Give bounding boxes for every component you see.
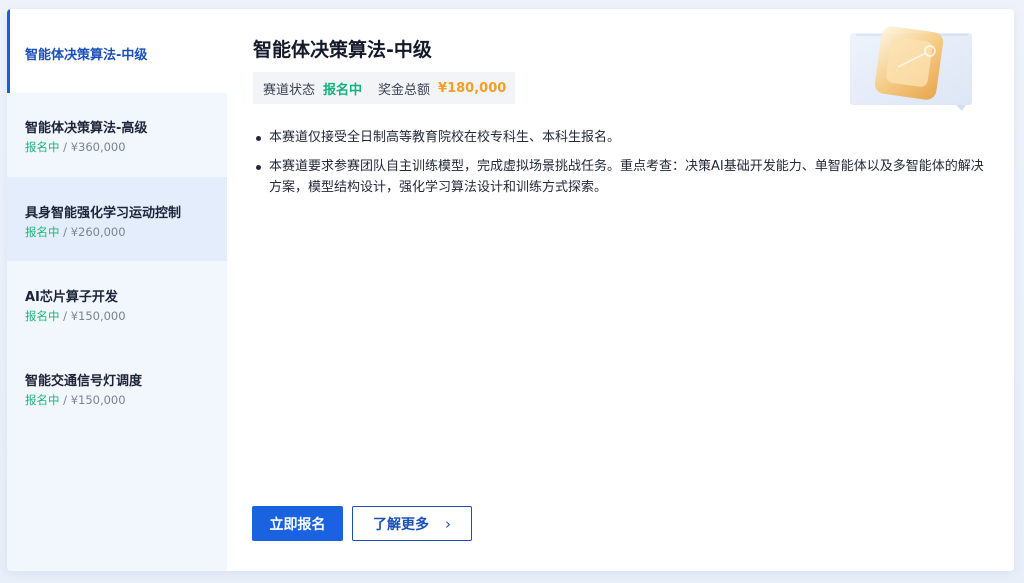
sidebar-item-title: 智能体决策算法-高级 <box>25 121 148 136</box>
status-badge: 报名中 <box>25 309 60 323</box>
chevron-right-icon: › <box>445 514 451 533</box>
track-description: 本赛道仅接受全日制高等教育院校在校专科生、本科生报名。 本赛道要求参赛团队自主训… <box>253 127 993 206</box>
sidebar-item-traffic-light[interactable]: 智能交通信号灯调度 报名中 / ¥150,000 <box>7 345 227 429</box>
sidebar-item-embodied-rl-motion[interactable]: 具身智能强化学习运动控制 报名中 / ¥260,000 <box>7 177 227 261</box>
page-title: 智能体决策算法-中级 <box>253 39 432 61</box>
status-badge: 报名中 <box>25 140 60 154</box>
track-detail: 智能体决策算法-中级 赛道状态 报名中 奖金总额 ¥180,000 本赛道仅接受… <box>227 9 1014 571</box>
sidebar-item-meta: 报名中 / ¥360,000 <box>25 139 126 155</box>
sidebar-item-meta: 报名中 / ¥150,000 <box>25 392 126 408</box>
prize-amount: ¥360,000 <box>70 140 126 154</box>
chip-illustration-icon <box>850 26 972 111</box>
sidebar-item-agent-decision-intermediate[interactable]: 智能体决策算法-中级 <box>7 9 227 93</box>
prize-amount: ¥150,000 <box>70 309 126 323</box>
status-badge: 报名中 <box>323 82 363 98</box>
track-card: 智能体决策算法-中级 智能体决策算法-高级 报名中 / ¥360,000 具身智… <box>7 9 1014 571</box>
sidebar-item-meta: 报名中 / ¥260,000 <box>25 224 126 240</box>
meta-separator: / <box>59 393 71 407</box>
sidebar-item-meta: 报名中 / ¥150,000 <box>25 308 126 324</box>
track-info-bar: 赛道状态 报名中 奖金总额 ¥180,000 <box>253 72 515 104</box>
sidebar-item-title: 智能交通信号灯调度 <box>25 374 143 389</box>
prize-amount: ¥180,000 <box>438 80 507 96</box>
sidebar-item-title: 智能体决策算法-中级 <box>25 48 148 63</box>
prize-amount: ¥150,000 <box>70 393 126 407</box>
sidebar-item-title: 具身智能强化学习运动控制 <box>25 206 182 221</box>
meta-separator: / <box>59 140 71 154</box>
status-label: 赛道状态 <box>263 82 316 98</box>
meta-separator: / <box>59 309 71 323</box>
prize-amount: ¥260,000 <box>70 225 126 239</box>
track-sidebar: 智能体决策算法-中级 智能体决策算法-高级 报名中 / ¥360,000 具身智… <box>7 9 227 571</box>
description-item: 本赛道仅接受全日制高等教育院校在校专科生、本科生报名。 <box>253 127 993 148</box>
status-badge: 报名中 <box>25 225 60 239</box>
status-badge: 报名中 <box>25 393 60 407</box>
sidebar-item-agent-decision-advanced[interactable]: 智能体决策算法-高级 报名中 / ¥360,000 <box>7 93 227 177</box>
meta-separator: / <box>59 225 71 239</box>
learn-more-button[interactable]: 了解更多 › <box>352 506 472 541</box>
learn-more-label: 了解更多 <box>373 516 429 533</box>
sidebar-item-ai-chip-operator[interactable]: AI芯片算子开发 报名中 / ¥150,000 <box>7 261 227 345</box>
description-item: 本赛道要求参赛团队自主训练模型，完成虚拟场景挑战任务。重点考查：决策AI基础开发… <box>253 156 993 198</box>
sidebar-item-title: AI芯片算子开发 <box>25 290 118 305</box>
prize-label: 奖金总额 <box>378 82 431 98</box>
register-button[interactable]: 立即报名 <box>252 506 343 541</box>
